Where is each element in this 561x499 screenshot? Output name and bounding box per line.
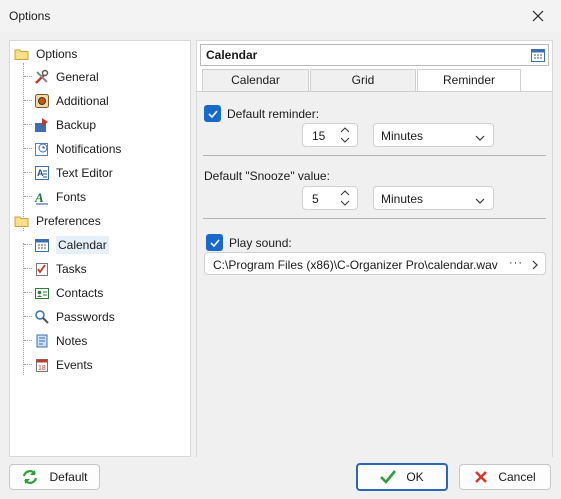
reminder-tab-page: Default reminder: 15 Minutes Default "Sn… <box>197 91 552 457</box>
snooze-unit-select[interactable]: Minutes <box>373 186 494 210</box>
tree-group-options[interactable]: Options <box>14 43 77 65</box>
default-button[interactable]: Default <box>9 464 100 490</box>
tab-reminder[interactable]: Reminder <box>417 69 521 92</box>
calendar-icon <box>530 47 546 66</box>
snooze-value: 5 <box>312 192 319 206</box>
spin-arrows-icon[interactable] <box>339 126 351 144</box>
close-icon <box>532 10 544 22</box>
tree-item-contacts[interactable]: Contacts <box>34 282 103 304</box>
backup-icon <box>34 117 50 133</box>
tree-item-fonts[interactable]: A Fonts <box>34 186 86 208</box>
tree-item-tasks[interactable]: Tasks <box>34 258 87 280</box>
notifications-icon <box>34 141 50 157</box>
chevron-right-icon[interactable] <box>532 259 538 273</box>
tree-item-general[interactable]: General <box>34 66 99 88</box>
chevron-down-icon <box>475 131 485 145</box>
folder-icon <box>14 46 30 62</box>
snooze-spinner[interactable]: 5 <box>302 186 358 210</box>
text-editor-icon: A <box>34 165 50 181</box>
svg-text:A: A <box>37 168 44 178</box>
tree-item-additional[interactable]: Additional <box>34 90 109 112</box>
tab-grid[interactable]: Grid <box>310 69 416 91</box>
play-sound-label: Play sound: <box>229 236 292 250</box>
panel-header: Calendar <box>200 44 549 66</box>
spin-arrows-icon[interactable] <box>339 189 351 207</box>
notes-icon <box>34 333 50 349</box>
browse-button[interactable]: ··· <box>509 257 523 269</box>
checkmark-icon <box>207 109 218 118</box>
play-sound-checkbox[interactable] <box>206 234 223 251</box>
tasks-icon <box>34 261 50 277</box>
chevron-down-icon <box>475 194 485 208</box>
cancel-button[interactable]: Cancel <box>459 464 551 490</box>
tree-item-calendar[interactable]: Calendar <box>34 234 109 256</box>
tree-item-notifications[interactable]: Notifications <box>34 138 121 160</box>
tree-item-notes[interactable]: Notes <box>34 330 87 352</box>
tree-item-backup[interactable]: Backup <box>34 114 96 136</box>
separator <box>203 155 546 156</box>
svg-text:18: 18 <box>38 365 46 372</box>
svg-text:A: A <box>34 190 44 205</box>
default-reminder-spinner[interactable]: 15 <box>302 123 358 147</box>
tools-icon <box>34 69 50 85</box>
sound-path-field[interactable]: C:\Program Files (x86)\C-Organizer Pro\c… <box>204 252 546 275</box>
sound-path-value: C:\Program Files (x86)\C-Organizer Pro\c… <box>213 258 498 272</box>
settings-panel: Calendar Calendar Grid Reminder Default … <box>196 40 553 457</box>
checkmark-icon <box>380 470 397 484</box>
snooze-label: Default "Snooze" value: <box>204 169 330 183</box>
cancel-x-icon <box>474 470 488 484</box>
contacts-icon <box>34 285 50 301</box>
checkmark-icon <box>209 238 220 247</box>
tree-group-preferences[interactable]: Preferences <box>14 210 101 232</box>
default-reminder-unit-select[interactable]: Minutes <box>373 123 494 147</box>
refresh-icon <box>21 468 39 486</box>
fonts-icon: A <box>34 189 50 205</box>
options-tree: Options General Additional Backup Notifi… <box>9 40 191 457</box>
events-icon: 18 <box>34 357 50 373</box>
passwords-icon <box>34 309 50 325</box>
separator <box>203 218 546 219</box>
default-reminder-label: Default reminder: <box>227 107 320 121</box>
additional-icon <box>34 93 50 109</box>
tree-item-text-editor[interactable]: A Text Editor <box>34 162 113 184</box>
close-button[interactable] <box>515 0 561 32</box>
default-reminder-checkbox[interactable] <box>204 105 221 122</box>
ok-button[interactable]: OK <box>356 463 448 491</box>
panel-title: Calendar <box>206 48 258 62</box>
title-bar: Options <box>0 0 561 32</box>
tree-item-events[interactable]: 18 Events <box>34 354 93 376</box>
tab-calendar[interactable]: Calendar <box>202 69 309 91</box>
calendar-icon <box>34 237 50 253</box>
tree-item-passwords[interactable]: Passwords <box>34 306 115 328</box>
window-title: Options <box>9 9 51 23</box>
folder-icon <box>14 213 30 229</box>
default-reminder-value: 15 <box>312 129 326 143</box>
